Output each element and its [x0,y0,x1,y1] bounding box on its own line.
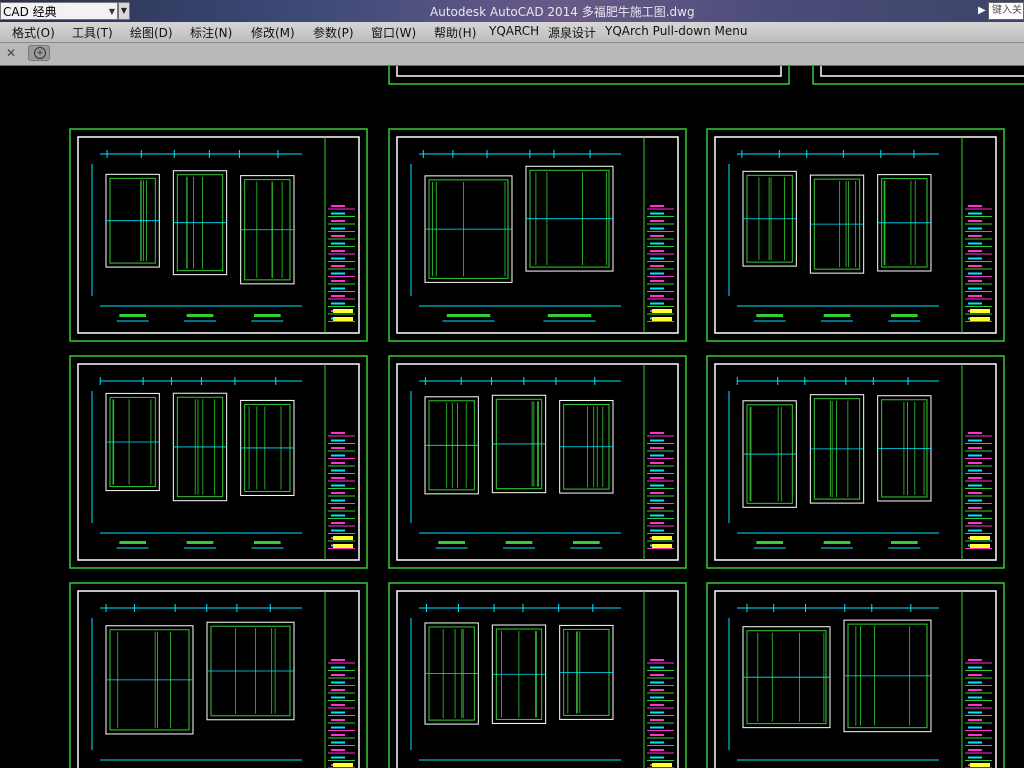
sheet-partial-top-2 [812,66,1024,85]
window-title: Autodesk AutoCAD 2014 多福肥牛施工图.dwg [430,5,695,19]
menu-modify[interactable]: 修改(M) [251,24,295,41]
sheet-partial-top-1 [388,66,790,85]
drawing-canvas[interactable] [0,66,1024,768]
workspace-label: CAD 经典 [3,5,57,19]
drawing-sheet [388,128,687,342]
close-icon[interactable]: ✕ [4,46,18,60]
menu-bar: 格式(O) 工具(T) 绘图(D) 标注(N) 修改(M) 参数(P) 窗口(W… [0,22,1024,43]
search-input[interactable]: 键入关 [988,2,1024,20]
menu-yqarch[interactable]: YQARCH [489,24,539,38]
chevron-right-icon[interactable]: ▶ [978,2,988,20]
drawing-sheet [69,128,368,342]
drawing-sheet [706,355,1005,569]
title-bar: CAD 经典 ▼ ▼ Autodesk AutoCAD 2014 多福肥牛施工图… [0,0,1024,22]
quick-access-menu-button[interactable]: ▼ [118,2,130,20]
chevron-down-icon: ▼ [108,7,115,16]
drawing-sheet [706,582,1005,768]
drawing-sheet [388,355,687,569]
drawing-sheet [706,128,1005,342]
drawing-sheet [388,582,687,768]
menu-yuanquan[interactable]: 源泉设计 [548,24,596,41]
menu-dimension[interactable]: 标注(N) [190,24,232,41]
workspace-dropdown[interactable]: CAD 经典 ▼ [0,2,118,20]
drawing-sheet [69,582,368,768]
menu-tools[interactable]: 工具(T) [72,24,113,41]
plus-icon: + [34,47,46,59]
menu-parametric[interactable]: 参数(P) [313,24,354,41]
menu-help[interactable]: 帮助(H) [434,24,476,41]
menu-yqarch-pulldown[interactable]: YQArch Pull-down Menu [605,24,747,38]
new-tab-button[interactable]: + [28,45,50,61]
drawing-sheets [69,66,1024,768]
menu-window[interactable]: 窗口(W) [371,24,416,41]
file-tab-bar: ✕ + [0,43,1024,66]
menu-draw[interactable]: 绘图(D) [130,24,173,41]
menu-format[interactable]: 格式(O) [12,24,55,41]
drawing-sheet [69,355,368,569]
